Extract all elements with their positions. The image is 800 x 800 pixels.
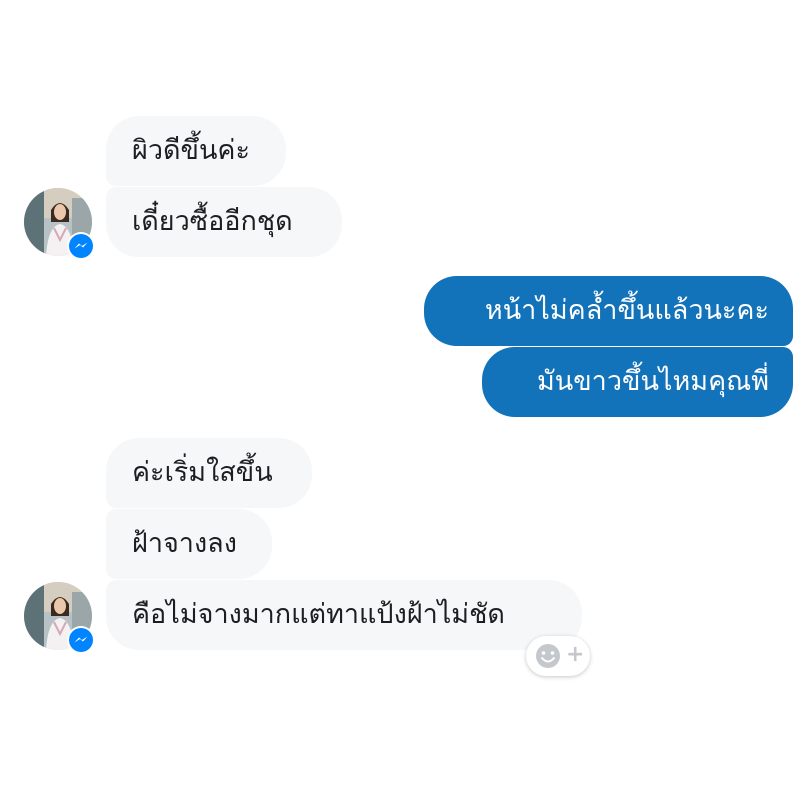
message-text: มันขาวขึ้นไหมคุณพี่	[536, 366, 769, 397]
message-bubble-outgoing[interactable]: หน้าไม่คล้ำขึ้นแล้วนะคะ	[424, 276, 793, 346]
messenger-icon	[67, 232, 95, 260]
message-text: ผิวดีขึ้นค่ะ	[132, 135, 250, 166]
message-bubble-outgoing[interactable]: มันขาวขึ้นไหมคุณพี่	[482, 347, 793, 417]
message-text: เดี๋ยวซื้ออีกชุด	[132, 206, 293, 237]
message-bubble-incoming[interactable]: ค่ะเริ่มใสขึ้น	[106, 438, 312, 508]
message-text: ฝ้าจางลง	[132, 528, 237, 559]
messenger-icon	[67, 626, 95, 654]
add-reaction-button[interactable]: +	[526, 636, 590, 676]
message-text: คือไม่จางมากแต่ทาแป้งฝ้าไม่ชัด	[132, 599, 505, 630]
message-bubble-incoming[interactable]: ฝ้าจางลง	[106, 509, 272, 579]
message-text: หน้าไม่คล้ำขึ้นแล้วนะคะ	[484, 295, 769, 326]
add-reaction-icon	[536, 644, 560, 668]
message-bubble-incoming[interactable]: ผิวดีขึ้นค่ะ	[106, 116, 286, 186]
message-bubble-incoming[interactable]: คือไม่จางมากแต่ทาแป้งฝ้าไม่ชัด	[106, 580, 582, 650]
message-text: ค่ะเริ่มใสขึ้น	[132, 457, 273, 488]
plus-icon: +	[566, 642, 585, 667]
message-bubble-incoming[interactable]: เดี๋ยวซื้ออีกชุด	[106, 187, 342, 257]
